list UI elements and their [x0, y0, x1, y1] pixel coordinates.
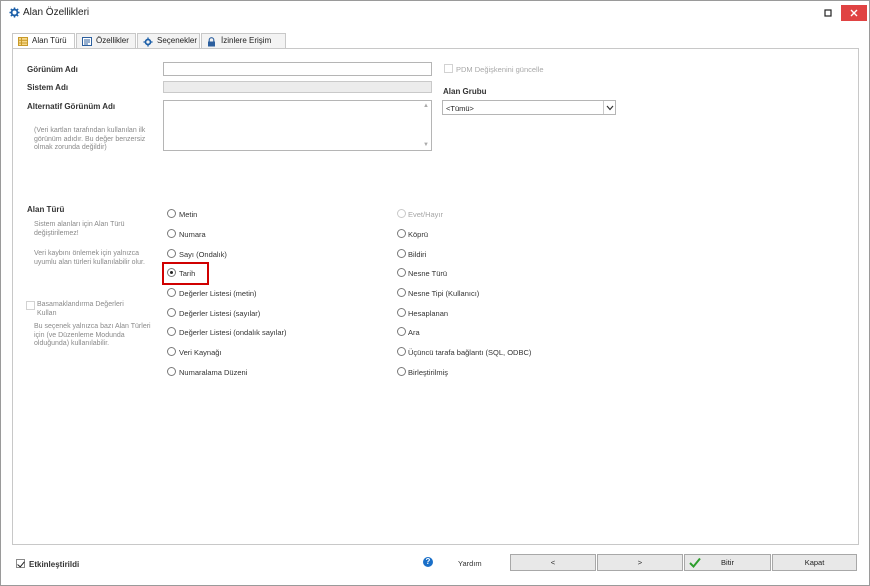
scroll-up-icon[interactable]: ▲ [423, 103, 429, 109]
title-bar: Alan Özellikleri [1, 1, 869, 25]
finish-button[interactable]: Bitir [684, 554, 771, 571]
radio-yes-no [397, 209, 406, 218]
enabled-label: Etkinleştirildi [29, 560, 80, 569]
radio-object-type[interactable] [397, 268, 406, 277]
enabled-checkbox[interactable] [16, 559, 25, 568]
radio-notification[interactable] [397, 249, 406, 258]
radio-label: Üçüncü tarafa bağlantı (SQL, ODBC) [408, 348, 532, 357]
dropdown-button[interactable] [603, 101, 615, 114]
radio-label: Ara [408, 328, 420, 337]
tab-label: Seçenekler [157, 36, 198, 45]
radio-label: Numara [179, 230, 206, 239]
radio-label: Köprü [408, 230, 429, 239]
tab-label: Özellikler [96, 36, 129, 45]
maximize-icon [824, 9, 832, 17]
radio-decimal[interactable] [167, 249, 176, 258]
radio-label: Veri Kaynağı [179, 348, 222, 357]
display-name-input[interactable] [163, 62, 432, 76]
radio-label: Metin [179, 210, 198, 219]
selection-highlight-box [162, 262, 209, 285]
radio-label: Numaralama Düzeni [179, 368, 248, 377]
close-window-button[interactable] [841, 5, 867, 21]
alt-display-name-hint: (Veri kartları tarafından kullanılan ilk… [34, 127, 146, 151]
radio-label: Değerler Listesi (ondalık sayılar) [179, 328, 287, 337]
properties-window: Alan Özellikleri Alan Türü Özellikler Se… [0, 0, 870, 586]
system-name-label: Sistem Adı [27, 83, 69, 92]
alt-display-name-textarea[interactable]: ▲ ▼ [163, 100, 432, 151]
gear-icon [9, 7, 20, 18]
tab-field-type[interactable]: Alan Türü [12, 33, 75, 49]
radio-lookup[interactable] [397, 327, 406, 336]
radio-label: Değerler Listesi (metin) [179, 289, 257, 298]
radio-number[interactable] [167, 229, 176, 238]
radio-object-type-user[interactable] [397, 288, 406, 297]
finish-label: Bitir [721, 558, 734, 567]
radio-value-list-text[interactable] [167, 288, 176, 297]
radio-third-party-link[interactable] [397, 347, 406, 356]
cascade-values-checkbox [26, 301, 35, 310]
radio-calculated[interactable] [397, 308, 406, 317]
tab-label: İzinlere Erişim [221, 36, 272, 45]
radio-label: Bildiri [408, 250, 427, 259]
properties-icon [82, 37, 92, 46]
field-type-label: Alan Türü [27, 205, 65, 214]
checkmark-icon [689, 557, 701, 568]
radio-label: Hesaplanan [408, 309, 449, 318]
radio-value-list-numbers[interactable] [167, 308, 176, 317]
field-group-label: Alan Grubu [443, 87, 487, 96]
table-icon [18, 37, 28, 46]
pdm-update-checkbox [444, 64, 453, 73]
close-icon [850, 9, 858, 17]
previous-button[interactable]: < [510, 554, 596, 571]
close-button[interactable]: Kapat [772, 554, 857, 571]
cascade-values-label: Basamaklandırma Değerleri Kullan [37, 301, 124, 317]
radio-numbering-scheme[interactable] [167, 367, 176, 376]
scroll-down-icon[interactable]: ▼ [423, 142, 429, 148]
tab-label: Alan Türü [32, 36, 67, 45]
radio-hyperlink[interactable] [397, 229, 406, 238]
radio-data-source[interactable] [167, 347, 176, 356]
radio-label: Birleştirilmiş [408, 368, 448, 377]
next-button[interactable]: > [597, 554, 683, 571]
tab-access-permissions[interactable]: İzinlere Erişim [201, 33, 286, 48]
radio-label: Nesne Türü [408, 269, 448, 278]
radio-value-list-decimal[interactable] [167, 327, 176, 336]
field-type-hint-compat: Veri kaybını önlemek için yalnızca uyuml… [34, 250, 145, 266]
gear-icon [143, 37, 153, 47]
cascade-values-hint: Bu seçenek yalnızca bazı Alan Türleri iç… [34, 323, 151, 347]
field-group-value: <Tümü> [446, 104, 474, 113]
help-icon[interactable]: ? [423, 557, 433, 567]
radio-label: Değerler Listesi (sayılar) [179, 309, 261, 318]
chevron-down-icon [606, 105, 614, 111]
display-name-label: Görünüm Adı [27, 65, 78, 74]
field-type-hint-system: Sistem alanları için Alan Türü değiştiri… [34, 221, 125, 237]
radio-label: Nesne Tipi (Kullanıcı) [408, 289, 480, 298]
window-title: Alan Özellikleri [23, 7, 90, 18]
radio-text[interactable] [167, 209, 176, 218]
tab-properties[interactable]: Özellikler [76, 33, 136, 48]
alt-display-name-label: Alternatif Görünüm Adı [27, 102, 116, 111]
field-group-select[interactable]: <Tümü> [442, 100, 616, 115]
maximize-button[interactable] [815, 5, 841, 21]
system-name-field [163, 81, 432, 93]
pdm-update-label: PDM Değişkenini güncelle [456, 65, 544, 74]
radio-merged[interactable] [397, 367, 406, 376]
help-label[interactable]: Yardım [458, 559, 482, 568]
lock-icon [208, 37, 215, 47]
tab-options[interactable]: Seçenekler [137, 33, 200, 48]
radio-label: Evet/Hayır [408, 210, 444, 219]
radio-label: Sayı (Ondalık) [179, 250, 227, 259]
